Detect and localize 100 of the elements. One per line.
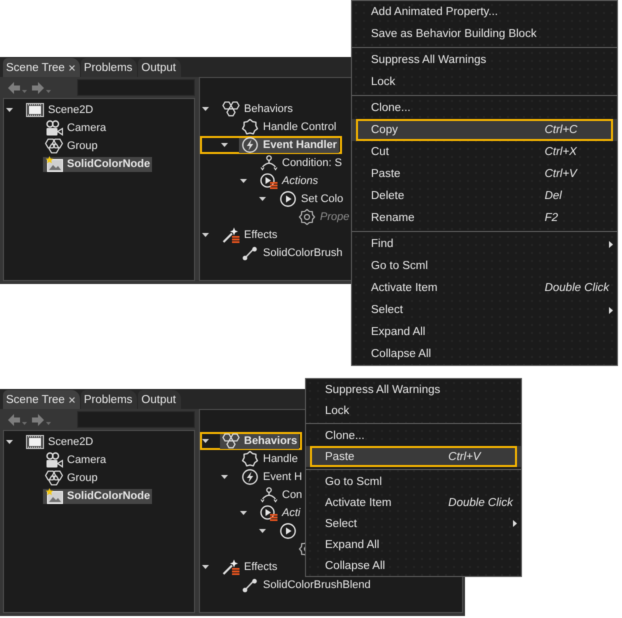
tree-node[interactable]: Scene2D — [24, 434, 96, 450]
tab[interactable]: Scene Tree — [3, 58, 80, 77]
tab[interactable]: Output — [138, 58, 181, 77]
caret-icon[interactable] — [221, 143, 228, 147]
screen-icon — [26, 434, 44, 450]
tree-node[interactable] — [277, 524, 299, 538]
play-icon — [279, 191, 297, 207]
tree-node[interactable]: Behaviors — [220, 434, 300, 448]
tree-node[interactable]: Behaviors — [220, 102, 295, 116]
menu-item[interactable]: Activate Item Double Click — [306, 492, 521, 513]
menu-item[interactable]: Expand All — [306, 534, 521, 555]
menu-item[interactable]: Select — [306, 513, 521, 534]
tree-node[interactable]: Prope — [296, 210, 352, 224]
fork-icon — [260, 487, 278, 503]
tree-node[interactable]: Group — [43, 138, 100, 154]
tree-node[interactable]: Scene2D — [24, 102, 96, 118]
tree-node[interactable]: Event H — [239, 470, 304, 484]
shortcut-label: Ctrl+C — [544, 124, 578, 136]
menu-item[interactable]: Paste Ctrl+V — [306, 446, 521, 467]
menu-item[interactable]: Clone... — [352, 97, 618, 119]
movie-camera-icon — [45, 452, 63, 468]
menu-item[interactable]: Paste Ctrl+V — [352, 163, 618, 185]
tree-node[interactable]: SolidColorBrush — [239, 246, 344, 260]
caret-icon[interactable] — [202, 233, 209, 237]
play-list-icon — [260, 173, 278, 189]
menu-item[interactable]: Lock — [306, 400, 521, 421]
tab[interactable]: Output — [138, 390, 181, 409]
caret-icon[interactable] — [202, 439, 209, 443]
screen-icon — [26, 102, 44, 118]
star-outline-icon — [241, 119, 259, 135]
tree-node[interactable]: Camera — [43, 120, 108, 136]
caret-icon[interactable] — [240, 511, 247, 515]
tree-node[interactable]: SolidColorBrushBlend — [239, 578, 373, 592]
overlapping-hexagons-icon — [45, 138, 63, 154]
menu-item[interactable]: Rename F2 — [352, 207, 618, 229]
caret-icon[interactable] — [6, 440, 13, 444]
search-field[interactable] — [77, 411, 195, 428]
forward-arrow-icon[interactable] — [32, 414, 44, 426]
play-icon — [279, 523, 297, 539]
play-list-icon — [260, 505, 278, 521]
star-outline-icon — [241, 451, 259, 467]
hexagon-trio-icon — [222, 433, 240, 449]
close-icon[interactable] — [68, 64, 75, 70]
caret-icon[interactable] — [240, 179, 247, 183]
menu-item[interactable]: Go to Scml — [352, 255, 618, 277]
tree-node[interactable]: Condition: S — [258, 156, 344, 170]
caret-icon[interactable] — [259, 197, 266, 201]
tree-node[interactable]: Effects — [220, 560, 280, 574]
caret-icon[interactable] — [259, 529, 266, 533]
menu-item[interactable]: Cut Ctrl+X — [352, 141, 618, 163]
tree-node[interactable]: Handle Control — [239, 120, 338, 134]
magic-wand-icon — [222, 559, 240, 575]
tree-node[interactable]: Effects — [220, 228, 280, 242]
forward-arrow-icon[interactable] — [32, 82, 44, 94]
menu-item[interactable]: Suppress All Warnings — [352, 49, 618, 71]
tab[interactable]: Problems — [80, 390, 138, 409]
caret-icon[interactable] — [221, 475, 228, 479]
tree-node[interactable]: Event Handler — [239, 138, 339, 152]
menu-item[interactable]: Select — [352, 299, 618, 321]
menu-item[interactable]: Go to Scml — [306, 471, 521, 492]
menu-item[interactable]: Save as Behavior Building Block — [352, 23, 618, 45]
tree-node[interactable]: Acti — [258, 506, 302, 520]
menu-item[interactable]: Collapse All — [306, 555, 521, 576]
tree-node[interactable]: Set Colo — [277, 192, 346, 206]
tab[interactable]: Scene Tree — [3, 390, 80, 409]
tree-node[interactable]: SolidColorNode — [43, 156, 152, 172]
movie-camera-icon — [45, 120, 63, 136]
tab[interactable]: Problems — [80, 58, 138, 77]
tree-node[interactable]: Actions — [258, 174, 320, 188]
menu-item[interactable]: Copy Ctrl+C — [352, 119, 618, 141]
caret-icon[interactable] — [202, 565, 209, 569]
back-arrow-icon[interactable] — [8, 414, 20, 426]
lightning-icon — [241, 137, 259, 153]
shortcut-label: Double Click — [544, 282, 610, 294]
picture-icon — [45, 156, 63, 172]
shortcut-label: F2 — [544, 212, 558, 224]
caret-icon[interactable] — [6, 108, 13, 112]
menu-item[interactable]: Suppress All Warnings — [306, 379, 521, 400]
menu-item[interactable]: Clone... — [306, 425, 521, 446]
close-icon[interactable] — [68, 396, 75, 402]
menu-item[interactable]: Expand All — [352, 321, 618, 343]
menu-item[interactable]: Find — [352, 233, 618, 255]
gear-icon — [298, 209, 316, 225]
line-segment-icon — [241, 245, 259, 261]
menu-item[interactable]: Activate Item Double Click — [352, 277, 618, 299]
menu-item[interactable]: Delete Del — [352, 185, 618, 207]
overlapping-hexagons-icon — [45, 470, 63, 486]
tree-node[interactable]: SolidColorNode — [43, 488, 152, 504]
tree-node[interactable]: Camera — [43, 452, 108, 468]
tree-node[interactable]: Handle — [239, 452, 300, 466]
shortcut-label: Del — [544, 190, 562, 202]
tree-node[interactable]: Group — [43, 470, 100, 486]
back-arrow-icon[interactable] — [8, 82, 20, 94]
caret-icon[interactable] — [202, 107, 209, 111]
menu-item[interactable]: Add Animated Property... — [352, 1, 618, 23]
search-field[interactable] — [77, 79, 195, 96]
menu-item[interactable]: Collapse All — [352, 343, 618, 365]
menu-item[interactable]: Lock — [352, 71, 618, 93]
tree-node[interactable]: Con — [258, 488, 304, 502]
shortcut-label: Double Click — [448, 496, 513, 508]
